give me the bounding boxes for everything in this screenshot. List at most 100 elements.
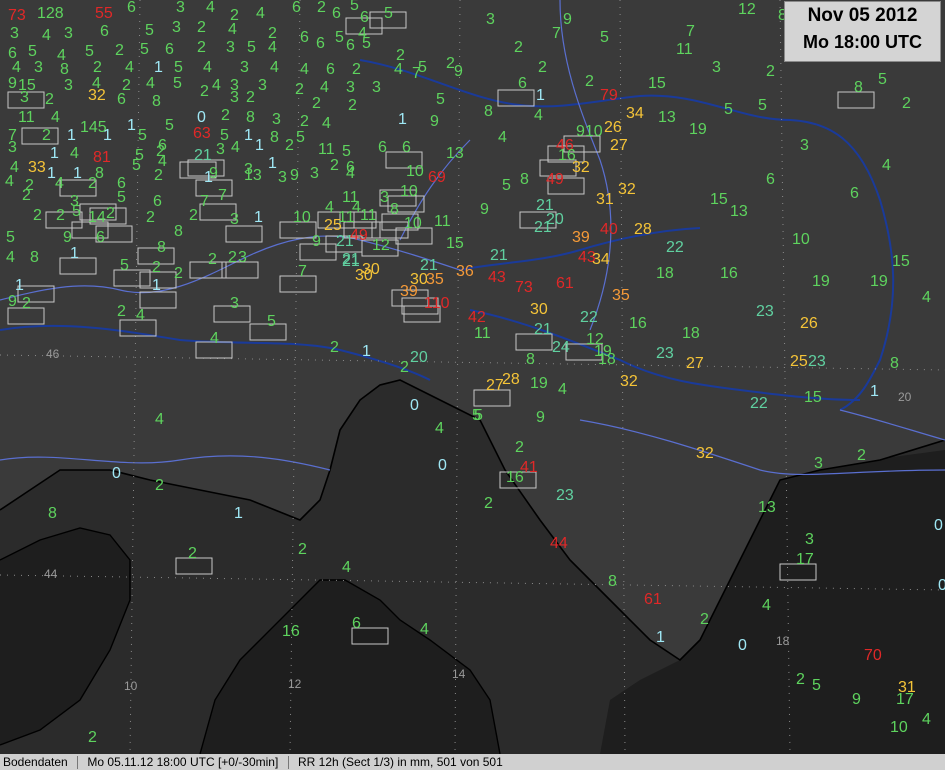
station-value: 1 [103,127,112,144]
station-value: 22 [750,395,768,412]
station-value: 8 [520,171,529,188]
station-value: 28 [502,371,520,388]
station-value: 18 [656,265,674,282]
station-value: 5 [85,43,94,60]
station-value: 9 [563,11,572,28]
station-value: 8 [484,103,493,120]
station-value: 49 [350,227,368,244]
station-value: 1 [254,209,263,226]
grid-label: 20 [898,390,912,404]
station-value: 8 [608,573,617,590]
station-value: 6 [153,193,162,210]
station-value: 8 [854,79,863,96]
station-value: 24 [552,339,570,356]
station-value: 1 [127,117,136,134]
station-value: 32 [572,159,590,176]
station-value: 8 [526,351,535,368]
station-value: 2 [197,19,206,36]
station-value: 6 [292,0,301,16]
station-value: 8 [48,505,57,522]
station-value: 25 [324,217,342,234]
station-value: 0 [934,517,943,534]
station-value: 34 [592,251,610,268]
grid-label: 14 [452,667,466,681]
station-value: 4 [320,79,329,96]
station-value: 4 [256,5,265,22]
station-value: 15 [892,253,910,270]
station-value: 2 [538,59,547,76]
station-value: 0 [197,109,206,126]
station-value: 13 [446,145,464,162]
station-value: 5 [173,75,182,92]
station-value: 15 [648,75,666,92]
station-value: 7 [218,187,227,204]
station-value: 4 [6,249,15,266]
station-value: 17 [796,551,814,568]
station-value: 2 [295,81,304,98]
station-value: 3 [230,211,239,228]
station-value: 33 [28,159,46,176]
station-value: 2 [154,167,163,184]
date-time-box: Nov 05 2012 Mo 18:00 UTC [784,1,941,62]
station-value: 21 [342,251,360,268]
station-value: 26 [800,315,818,332]
station-value: 7 [552,25,561,42]
station-value: 27 [686,355,704,372]
station-value: 4 [155,411,164,428]
station-value: 8 [174,223,183,240]
station-value: 2 [484,495,493,512]
station-value: 4 [394,61,403,78]
station-value: 6 [96,229,105,246]
station-value: 2 [298,541,307,558]
station-value: 17 [896,691,914,708]
station-value: 5 [120,257,129,274]
station-value: 4 [322,115,331,132]
station-value: 5 [350,0,359,14]
station-value: 4 [762,597,771,614]
station-value: 1 [268,155,277,172]
station-value: 2 [106,205,115,222]
station-value: 27 [486,377,504,394]
station-value: 73 [8,7,26,24]
station-value: 2 [200,83,209,100]
station-value: 13 [730,203,748,220]
station-value: 9 [430,113,439,130]
station-value: 32 [88,87,106,104]
station-value: 44 [550,535,568,552]
station-value: 6 [117,91,126,108]
station-value: 1 [67,127,76,144]
station-value: 40 [600,221,618,238]
station-value: 61 [644,591,662,608]
station-value: 9 [8,293,17,310]
station-value: 30 [355,267,373,284]
station-value: 4 [325,199,334,216]
station-value: 5 [267,313,276,330]
station-value: 16 [282,623,300,640]
station-value: 12 [738,1,756,18]
station-value: 25 [790,353,808,370]
station-value: 6 [850,185,859,202]
station-value: 11 [18,109,35,126]
station-value: 10 [400,183,418,200]
station-value: 8 [152,93,161,110]
station-value: 5 [174,59,183,76]
station-value: 9 [454,63,463,80]
station-value: 11 [360,207,377,224]
station-value: 4 [268,39,277,56]
station-value: 21 [534,321,552,338]
station-value: 13 [758,499,776,516]
station-value: 32 [696,445,714,462]
station-value: 2 [285,137,294,154]
station-value: 4 [146,75,155,92]
station-value: 5 [335,29,344,46]
station-value: 3 [20,89,29,106]
station-value: 6 [100,23,109,40]
station-value: 6 [165,41,174,58]
station-value: 13 [244,167,262,184]
station-value: 2 [208,251,217,268]
station-value: 4 [342,559,351,576]
station-value: 69 [428,169,446,186]
station-value: 20 [546,211,564,228]
station-value: 2 [514,39,523,56]
station-value: 5 [436,91,445,108]
